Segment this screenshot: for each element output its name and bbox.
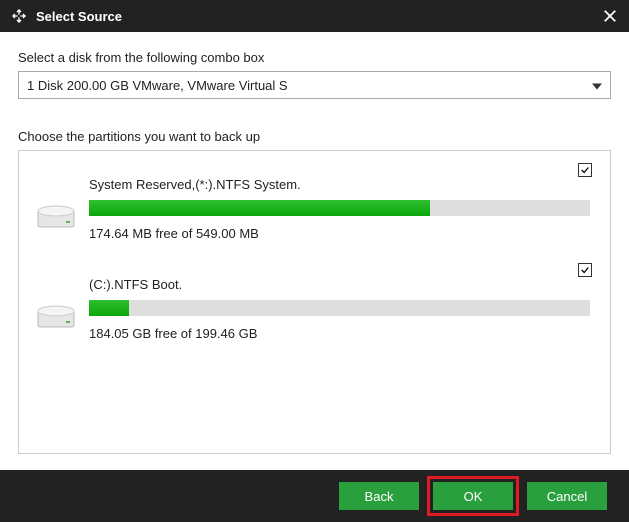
partition-name: (C:).NTFS Boot.	[89, 277, 590, 292]
disk-icon	[33, 295, 79, 341]
footer: Back OK Cancel	[0, 470, 629, 522]
partition-name: System Reserved,(*:).NTFS System.	[89, 177, 590, 192]
cancel-button[interactable]: Cancel	[527, 482, 607, 510]
spacer	[18, 454, 611, 470]
partition-free-text: 184.05 GB free of 199.46 GB	[89, 326, 590, 341]
partition-row: (C:).NTFS Boot. 184.05 GB free of 199.46…	[33, 259, 596, 359]
disk-combo-value: 1 Disk 200.00 GB VMware, VMware Virtual …	[27, 78, 288, 93]
usage-bar-fill	[89, 200, 430, 216]
partition-free-text: 174.64 MB free of 549.00 MB	[89, 226, 590, 241]
chevron-down-icon	[592, 78, 602, 93]
close-button[interactable]	[597, 3, 623, 29]
usage-bar-fill	[89, 300, 129, 316]
partition-info: System Reserved,(*:).NTFS System. 174.64…	[89, 177, 590, 241]
dialog-window: Select Source Select a disk from the fol…	[0, 0, 629, 522]
select-disk-label: Select a disk from the following combo b…	[18, 50, 611, 65]
disk-combo[interactable]: 1 Disk 200.00 GB VMware, VMware Virtual …	[18, 71, 611, 99]
partition-row: System Reserved,(*:).NTFS System. 174.64…	[33, 159, 596, 259]
partition-checkbox[interactable]	[578, 263, 592, 277]
ok-button[interactable]: OK	[433, 482, 513, 510]
choose-partitions-label: Choose the partitions you want to back u…	[18, 129, 611, 144]
window-title: Select Source	[36, 9, 597, 24]
usage-bar	[89, 200, 590, 216]
content-area: Select a disk from the following combo b…	[0, 32, 629, 470]
usage-bar	[89, 300, 590, 316]
app-icon	[10, 7, 28, 25]
disk-icon	[33, 195, 79, 241]
partition-info: (C:).NTFS Boot. 184.05 GB free of 199.46…	[89, 277, 590, 341]
partition-checkbox[interactable]	[578, 163, 592, 177]
back-button[interactable]: Back	[339, 482, 419, 510]
titlebar: Select Source	[0, 0, 629, 32]
partition-list: System Reserved,(*:).NTFS System. 174.64…	[18, 150, 611, 454]
